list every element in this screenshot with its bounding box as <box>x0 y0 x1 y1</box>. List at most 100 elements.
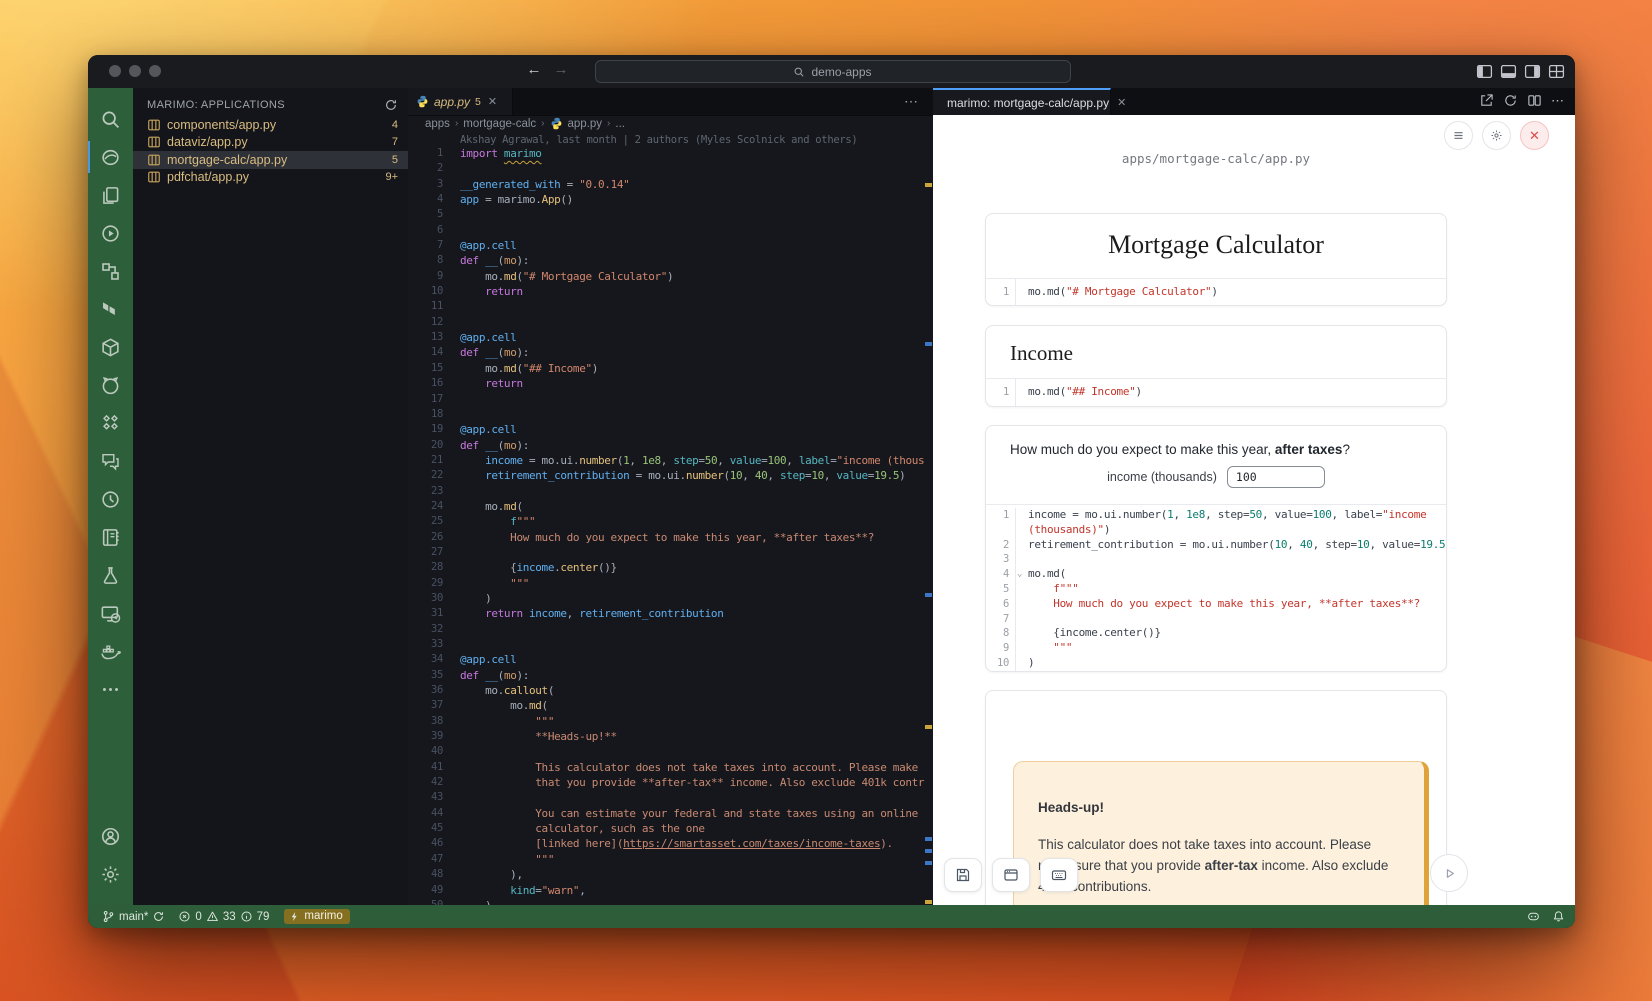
overview-ruler-mark <box>925 837 932 841</box>
package-icon[interactable] <box>88 328 133 366</box>
preview-line-number: 1 <box>986 508 1016 523</box>
remote-icon[interactable] <box>88 594 133 632</box>
gitlens-blame-annotation[interactable]: Akshay Agrawal, last month | 2 authors (… <box>460 134 857 146</box>
code-line: 26 How much do you expect to make this y… <box>408 530 925 545</box>
github-icon[interactable] <box>88 366 133 404</box>
close-icon[interactable]: ✕ <box>488 95 497 108</box>
symbols-icon[interactable] <box>88 252 133 290</box>
preview-code-line: 1income = mo.ui.number(1, 1e8, step=50, … <box>986 508 1446 523</box>
preview-line-number: 9 <box>986 641 1016 656</box>
code-line: 4app = marimo.App() <box>408 192 925 207</box>
clock-icon[interactable] <box>88 480 133 518</box>
preview-code-line: 10) <box>986 656 1446 671</box>
comments-icon[interactable] <box>88 442 133 480</box>
code-line: 25 f""" <box>408 514 925 529</box>
files-icon[interactable] <box>88 176 133 214</box>
cell-code[interactable]: 1income = mo.ui.number(1, 1e8, step=50, … <box>986 508 1446 671</box>
breadcrumb-app-py[interactable]: app.py <box>568 118 603 130</box>
toggle-sidebar-icon[interactable] <box>1476 63 1493 80</box>
open-in-browser-button[interactable] <box>992 858 1030 892</box>
close-window-button[interactable] <box>109 65 121 77</box>
search-icon[interactable] <box>88 100 133 138</box>
git-branch-item[interactable]: main* <box>98 910 169 923</box>
breadcrumb-mortgage-calc[interactable]: mortgage-calc <box>463 118 536 130</box>
more-actions-icon[interactable]: ⋯ <box>904 93 919 110</box>
command-center-search[interactable]: demo-apps <box>595 60 1071 83</box>
refresh-icon[interactable] <box>1503 93 1518 108</box>
fold-caret[interactable]: ⌄ <box>1017 567 1022 582</box>
tab-marimo-preview[interactable]: marimo: mortgage-calc/app.py ✕ <box>933 88 1111 115</box>
run-icon[interactable] <box>88 214 133 252</box>
breadcrumb-apps[interactable]: apps <box>425 118 450 130</box>
income-number-input[interactable] <box>1227 466 1325 488</box>
back-icon[interactable]: ← <box>524 61 544 78</box>
preview-line-number: 4⌄ <box>986 567 1016 582</box>
forward-icon[interactable]: → <box>551 61 571 78</box>
code-line: 15 mo.md("## Income") <box>408 361 925 376</box>
line-number: 49 <box>408 883 443 898</box>
code-text: app = marimo.App() <box>443 192 573 207</box>
zoom-window-button[interactable] <box>149 65 161 77</box>
shutdown-button[interactable]: ✕ <box>1520 121 1549 150</box>
open-external-icon[interactable] <box>1479 93 1494 108</box>
minimize-window-button[interactable] <box>129 65 141 77</box>
code-line: 29 """ <box>408 576 925 591</box>
breadcrumb-more[interactable]: ... <box>615 118 625 130</box>
more-actions-icon[interactable]: ⋯ <box>1551 93 1565 108</box>
cell-code[interactable]: 1mo.md("# Mortgage Calculator") <box>986 279 1446 306</box>
activity-bar <box>88 88 133 905</box>
breadcrumb[interactable]: apps› mortgage-calc› app.py› ... <box>425 115 933 132</box>
line-number: 29 <box>408 576 443 591</box>
line-number: 3 <box>408 177 443 192</box>
notebook-icon[interactable] <box>88 518 133 556</box>
sidebar-item-label: dataviz/app.py <box>167 135 386 149</box>
code-text: This calculator does not take taxes into… <box>443 760 925 775</box>
account-icon[interactable] <box>88 817 133 855</box>
customize-layout-icon[interactable] <box>1548 63 1565 80</box>
sidebar-item[interactable]: dataviz/app.py 7 <box>133 134 408 152</box>
code-line: 12 <box>408 315 925 330</box>
chevron-right-icon: › <box>455 118 458 129</box>
toggle-secondary-sidebar-icon[interactable] <box>1524 63 1541 80</box>
marimo-status-label: marimo <box>304 910 342 922</box>
code-text: mo.md( <box>443 499 523 514</box>
marimo-icon[interactable] <box>88 138 133 176</box>
line-number: 50 <box>408 898 443 905</box>
marimo-status-item[interactable]: marimo <box>284 909 349 924</box>
code-line: 17 <box>408 392 925 407</box>
settings-icon[interactable] <box>88 855 133 893</box>
code-text <box>443 223 460 238</box>
problems-item[interactable]: 0 33 79 <box>174 910 273 923</box>
git-branch-icon <box>102 910 115 923</box>
more-icon[interactable] <box>88 670 133 708</box>
diamonds-icon[interactable] <box>88 404 133 442</box>
keyboard-shortcuts-button[interactable] <box>1040 858 1078 892</box>
code-text <box>443 622 460 637</box>
code-editor[interactable]: 1import marimo23__generated_with = "0.0.… <box>408 146 925 905</box>
run-button[interactable] <box>1430 854 1468 892</box>
tab-app-py[interactable]: app.py 5 ✕ <box>408 88 513 115</box>
problems-count-badge: 7 <box>392 136 398 148</box>
tab-label: app.py <box>434 95 470 109</box>
toggle-panel-icon[interactable] <box>1500 63 1517 80</box>
code-text <box>443 744 460 759</box>
refresh-icon[interactable] <box>384 98 398 112</box>
beaker-icon[interactable] <box>88 556 133 594</box>
notifications-bell-icon[interactable] <box>1552 910 1565 923</box>
save-button[interactable] <box>944 858 982 892</box>
preview-code-text: (thousands)") <box>1016 523 1110 538</box>
menu-button[interactable] <box>1444 121 1473 150</box>
sidebar-item[interactable]: mortgage-calc/app.py5 <box>133 151 408 169</box>
overview-ruler-mark <box>925 342 932 346</box>
sidebar-item[interactable]: components/app.py4 <box>133 116 408 134</box>
copilot-icon[interactable] <box>1527 910 1540 923</box>
sidebar-item[interactable]: pdfchat/app.py9+ <box>133 169 408 187</box>
cell-code[interactable]: 1mo.md("## Income") <box>986 379 1446 406</box>
docker-icon[interactable] <box>88 632 133 670</box>
code-text: def __(mo): <box>443 438 529 453</box>
close-icon[interactable]: ✕ <box>1117 96 1126 109</box>
split-editor-icon[interactable] <box>1527 93 1542 108</box>
code-text: @app.cell <box>443 422 516 437</box>
settings-button[interactable] <box>1482 121 1511 150</box>
terraform-icon[interactable] <box>88 290 133 328</box>
